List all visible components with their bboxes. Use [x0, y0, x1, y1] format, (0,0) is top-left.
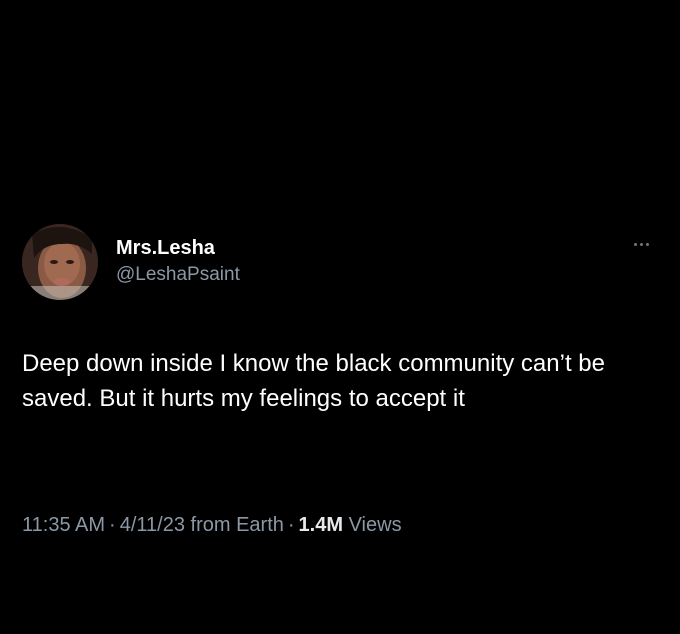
tweet-card: Mrs.Lesha @LeshaPsaint Deep down inside …: [0, 0, 680, 634]
more-horizontal-icon: [633, 242, 637, 246]
tweet-date[interactable]: 4/11/23: [120, 514, 185, 536]
more-horizontal-icon-dot: [639, 242, 643, 246]
tweet-source: from Earth: [190, 514, 284, 536]
author-handle[interactable]: @LeshaPsaint: [116, 262, 240, 288]
more-options-button[interactable]: [624, 236, 658, 252]
author-display-name[interactable]: Mrs.Lesha: [116, 236, 240, 260]
views-count[interactable]: 1.4M: [299, 514, 343, 536]
avatar[interactable]: [22, 224, 98, 300]
separator-dot: ·: [109, 514, 116, 536]
views-label: Views: [348, 514, 402, 536]
author-block: Mrs.Lesha @LeshaPsaint: [116, 236, 240, 288]
tweet-time[interactable]: 11:35 AM: [22, 514, 105, 536]
separator-dot: ·: [287, 514, 295, 536]
tweet-metadata: 11:35 AM · 4/11/23 from Earth · 1.4M Views: [22, 511, 402, 539]
more-horizontal-icon-dot: [645, 242, 649, 246]
tweet-text: Deep down inside I know the black commun…: [22, 350, 605, 412]
profile-photo-icon: [22, 224, 98, 300]
